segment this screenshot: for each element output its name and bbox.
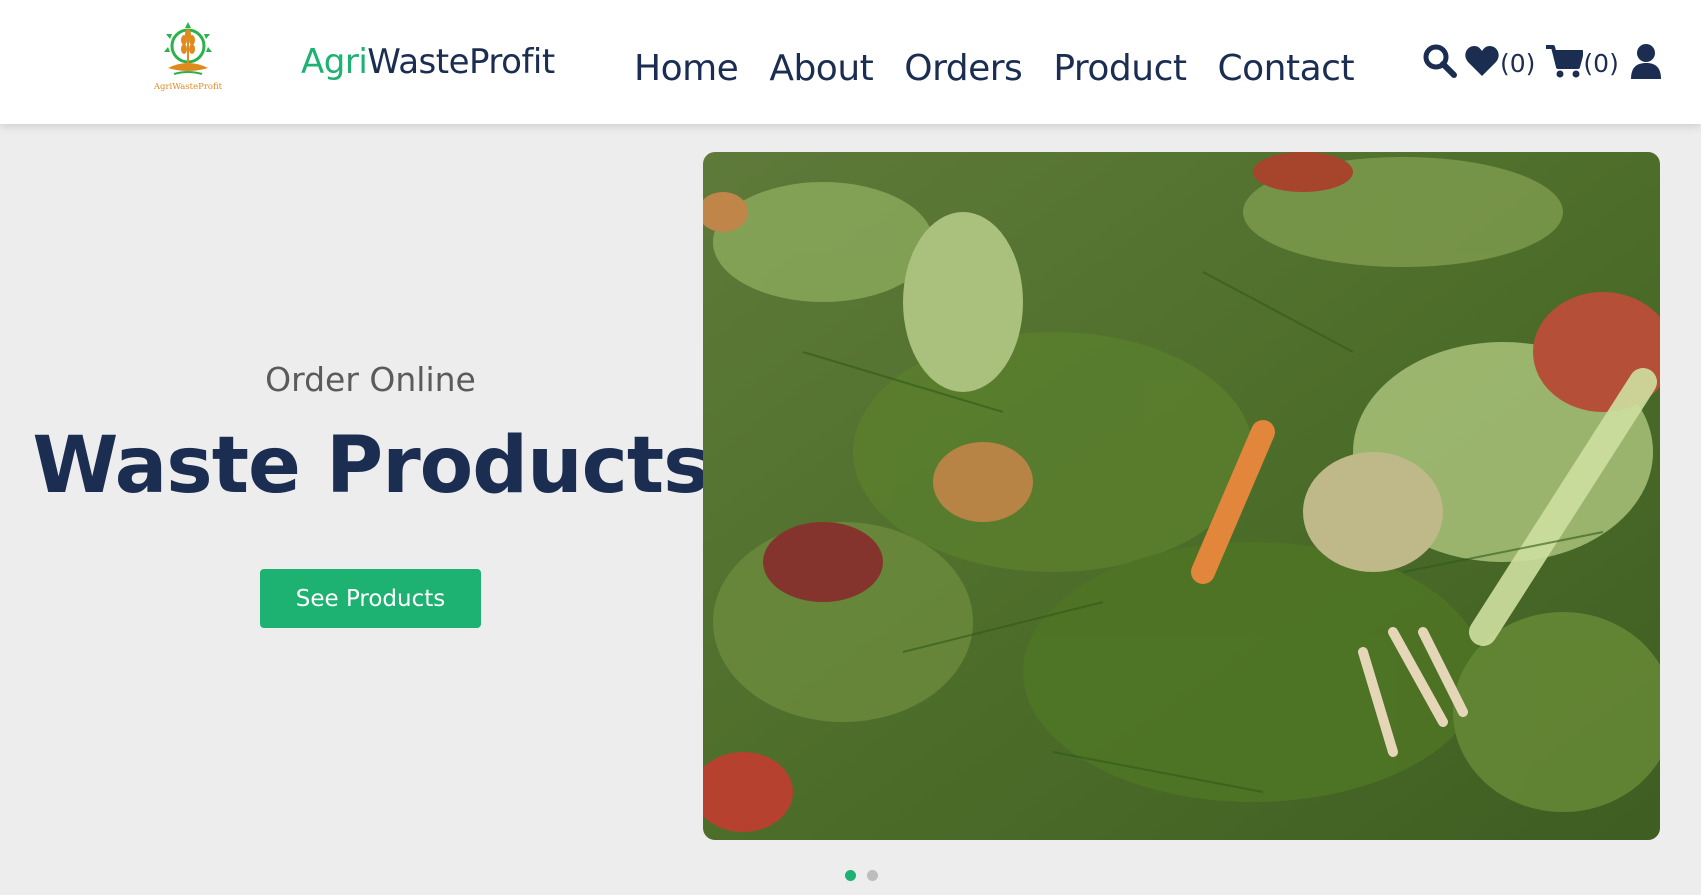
logo-wheat-icon: [181, 29, 195, 64]
nav-contact[interactable]: Contact: [1218, 48, 1355, 89]
site-logo[interactable]: AgriWasteProfit: [150, 16, 226, 100]
hero-image: [703, 152, 1660, 840]
hero-text: Order Online Waste Products: [0, 360, 741, 505]
cart-icon[interactable]: [1545, 43, 1585, 83]
carousel-dot-1[interactable]: [845, 870, 856, 881]
nav-about[interactable]: About: [769, 48, 873, 89]
nav-home[interactable]: Home: [634, 48, 739, 89]
heart-icon[interactable]: [1464, 44, 1500, 82]
see-products-button[interactable]: See Products: [260, 569, 481, 628]
site-header: AgriWasteProfit AgriWasteProfit Home Abo…: [0, 0, 1701, 124]
main-nav: Home About Orders Product Contact: [634, 48, 1385, 89]
brand-prefix: Agri: [301, 42, 368, 82]
wishlist-count: (0): [1500, 48, 1536, 78]
user-icon[interactable]: [1630, 43, 1661, 83]
hero-title: Waste Products: [32, 421, 709, 511]
hero-subtitle: Order Online: [265, 360, 476, 399]
search-icon[interactable]: [1422, 43, 1458, 83]
cart-count: (0): [1583, 48, 1619, 78]
brand-name[interactable]: AgriWasteProfit: [301, 42, 555, 82]
carousel-indicators: [845, 870, 889, 881]
brand-suffix: WasteProfit: [367, 42, 555, 82]
header-actions: (0) (0): [1422, 43, 1661, 83]
svg-text:AgriWasteProfit: AgriWasteProfit: [153, 82, 223, 92]
nav-product[interactable]: Product: [1053, 48, 1187, 89]
carousel-dot-2[interactable]: [867, 870, 878, 881]
nav-orders[interactable]: Orders: [904, 48, 1023, 89]
